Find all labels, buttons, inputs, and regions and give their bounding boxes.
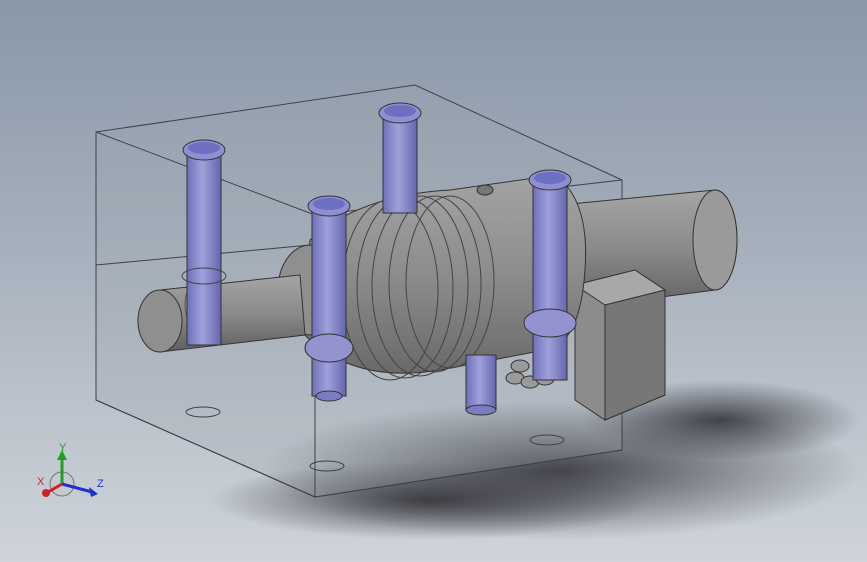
view-orientation-triad-icon[interactable]: Y Z X <box>30 438 110 508</box>
bolt-rear-left[interactable] <box>181 139 227 346</box>
triad-y-label: Y <box>59 442 67 454</box>
bolt-rear-right[interactable] <box>378 102 422 214</box>
bolt-front-left[interactable] <box>304 195 354 402</box>
triad-z-label: Z <box>97 478 104 490</box>
model-scene[interactable] <box>0 0 867 562</box>
triad-x-label: X <box>37 476 45 488</box>
bolt-lower-middle[interactable] <box>465 354 497 416</box>
clamp-block[interactable] <box>573 269 667 421</box>
graphics-viewport[interactable]: Y Z X <box>0 0 867 562</box>
